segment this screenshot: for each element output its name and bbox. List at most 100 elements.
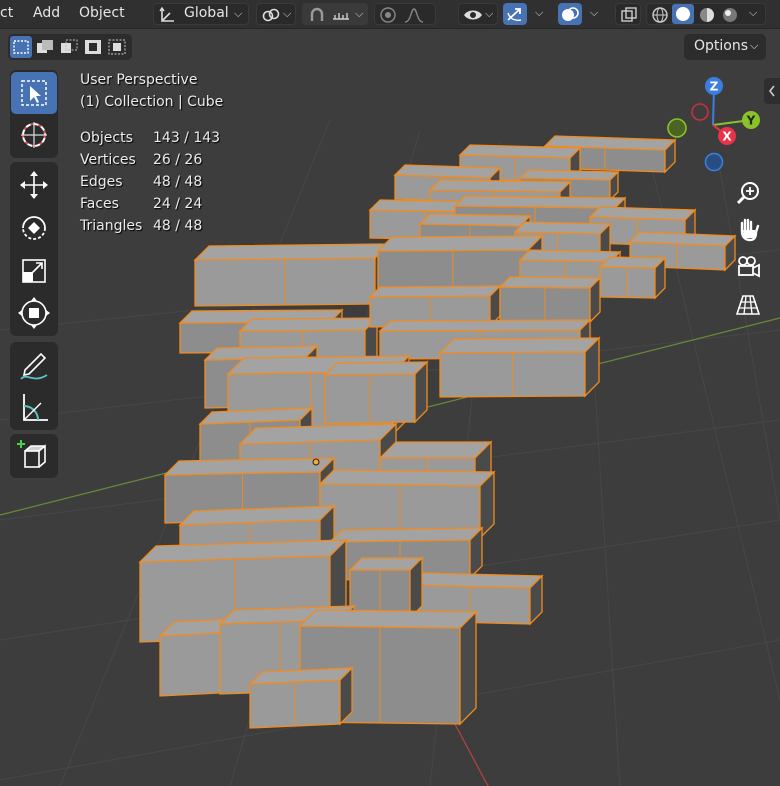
visibility-dropdown[interactable]: ⌵	[458, 3, 498, 25]
select-new-icon	[13, 40, 29, 54]
neg-z-axis-ball[interactable]	[704, 152, 724, 172]
gizmo-icon	[507, 8, 522, 21]
neg-y-axis-ball[interactable]	[667, 118, 687, 138]
stat-value: 143 / 143	[153, 130, 221, 146]
viewport-header: ct Add Object Global ⌵ ⌵ ⌵ ⌵ ⌵ ⌵ ⌵	[0, 0, 780, 29]
selected-blocks[interactable]	[138, 135, 737, 729]
chevron-down-icon[interactable]: ⌵	[590, 6, 598, 20]
view-name: User Perspective	[80, 72, 198, 88]
snap-increment-icon	[333, 13, 349, 20]
chevron-down-icon: ⌵	[749, 6, 758, 19]
transform-icon	[18, 297, 50, 329]
select-intersect-button[interactable]	[106, 36, 128, 58]
block-mesh[interactable]	[498, 276, 602, 324]
perspective-grid-icon	[735, 295, 761, 315]
collection-name: (1) Collection | Cube	[80, 94, 224, 110]
menu-add[interactable]: Add	[33, 5, 60, 21]
block-top-face	[298, 609, 478, 629]
xray-toggle[interactable]	[615, 3, 641, 25]
sidebar-toggle[interactable]	[764, 78, 780, 104]
chevron-down-icon: ⌵	[750, 39, 759, 52]
select-subtract-button[interactable]	[58, 36, 80, 58]
block-top-face	[163, 457, 336, 476]
3d-viewport[interactable]: ct Add Object Global ⌵ ⌵ ⌵ ⌵ ⌵ ⌵ ⌵ Optio…	[0, 0, 780, 786]
select-extend-icon	[37, 40, 53, 53]
block-top-face	[193, 243, 391, 261]
shading-group[interactable]: ⌵	[646, 3, 766, 25]
falloff-icon	[404, 8, 424, 23]
zoom-button[interactable]	[731, 176, 765, 210]
block-top-face	[328, 527, 484, 543]
select-invert-button[interactable]	[82, 36, 104, 58]
camera-view-button[interactable]	[731, 250, 765, 284]
pan-button[interactable]	[731, 212, 765, 246]
menu-select[interactable]: ct	[0, 5, 13, 21]
tool-rotate[interactable]	[11, 207, 57, 249]
zoom-icon	[736, 182, 759, 205]
block-top-face	[318, 469, 496, 487]
visibility-icon	[464, 10, 482, 20]
overlay-toggle[interactable]	[558, 3, 582, 25]
block-top-face	[238, 317, 379, 332]
scale-icon	[22, 259, 46, 283]
solid-shading-button[interactable]	[672, 4, 694, 24]
toolbar-transform-group	[10, 162, 58, 336]
options-dropdown[interactable]: Options ⌵	[684, 34, 766, 60]
tool-measure[interactable]	[11, 386, 57, 428]
orientation-dropdown[interactable]: Global ⌵	[153, 3, 249, 25]
x-axis-label: X	[722, 130, 732, 144]
stat-value: 48 / 48	[153, 174, 203, 190]
tool-cursor[interactable]	[11, 114, 57, 156]
pan-hand-icon	[740, 218, 760, 242]
orientation-label: Global	[184, 5, 229, 21]
pivot-dropdown[interactable]: ⌵	[256, 3, 296, 25]
cursor-icon	[21, 122, 47, 148]
block-top-face	[408, 572, 544, 589]
select-new-button[interactable]	[10, 36, 32, 58]
select-invert-icon	[85, 40, 101, 54]
wireframe-shading-icon[interactable]	[651, 6, 669, 24]
proportional-group[interactable]	[374, 3, 436, 25]
block-mesh[interactable]	[598, 256, 667, 300]
menu-object[interactable]: Object	[79, 5, 125, 21]
block-mesh[interactable]	[248, 666, 354, 729]
tool-add-cube[interactable]	[11, 435, 57, 477]
tool-transform[interactable]	[11, 292, 57, 334]
chevron-down-icon: ⌵	[485, 7, 494, 20]
tool-scale[interactable]	[11, 250, 57, 292]
material-shading-icon[interactable]	[698, 6, 716, 24]
proportional-editing-icon	[380, 7, 396, 23]
block-top-face	[453, 195, 627, 209]
chevron-down-icon[interactable]: ⌵	[535, 6, 543, 20]
neg-x-axis-ball[interactable]	[691, 103, 709, 121]
stat-value: 24 / 24	[153, 196, 203, 212]
toolbar-select-group	[10, 70, 58, 158]
block-top-face	[378, 441, 493, 459]
block-top-face	[438, 337, 601, 354]
stat-label: Triangles	[80, 218, 143, 234]
block-mesh[interactable]	[323, 360, 429, 424]
block-top-face	[393, 164, 502, 179]
toolbar-annotate-group	[10, 342, 58, 430]
perspective-toggle-button[interactable]	[731, 288, 765, 322]
y-axis-label: Y	[746, 114, 756, 128]
gizmo-toggle[interactable]	[503, 3, 527, 25]
tool-annotate[interactable]	[11, 344, 57, 386]
block-top-face	[498, 276, 602, 289]
block-mesh[interactable]	[348, 556, 424, 620]
block-mesh[interactable]	[438, 336, 601, 398]
block-mesh[interactable]	[193, 242, 391, 307]
block-top-face	[368, 285, 502, 298]
toolbar-add-group	[10, 434, 58, 478]
chevron-down-icon: ⌵	[355, 7, 364, 20]
pivot-icon	[262, 8, 280, 22]
select-extend-button[interactable]	[34, 36, 56, 58]
block-top-face	[378, 319, 592, 332]
rendered-shading-icon[interactable]	[721, 6, 739, 24]
tool-select-box[interactable]	[11, 72, 57, 114]
stat-label: Objects	[80, 130, 133, 146]
navigation-gizmo[interactable]: Z Y X	[660, 74, 770, 178]
snap-group[interactable]: ⌵	[302, 3, 368, 25]
tool-move[interactable]	[11, 164, 57, 206]
block-top-face	[513, 221, 612, 235]
